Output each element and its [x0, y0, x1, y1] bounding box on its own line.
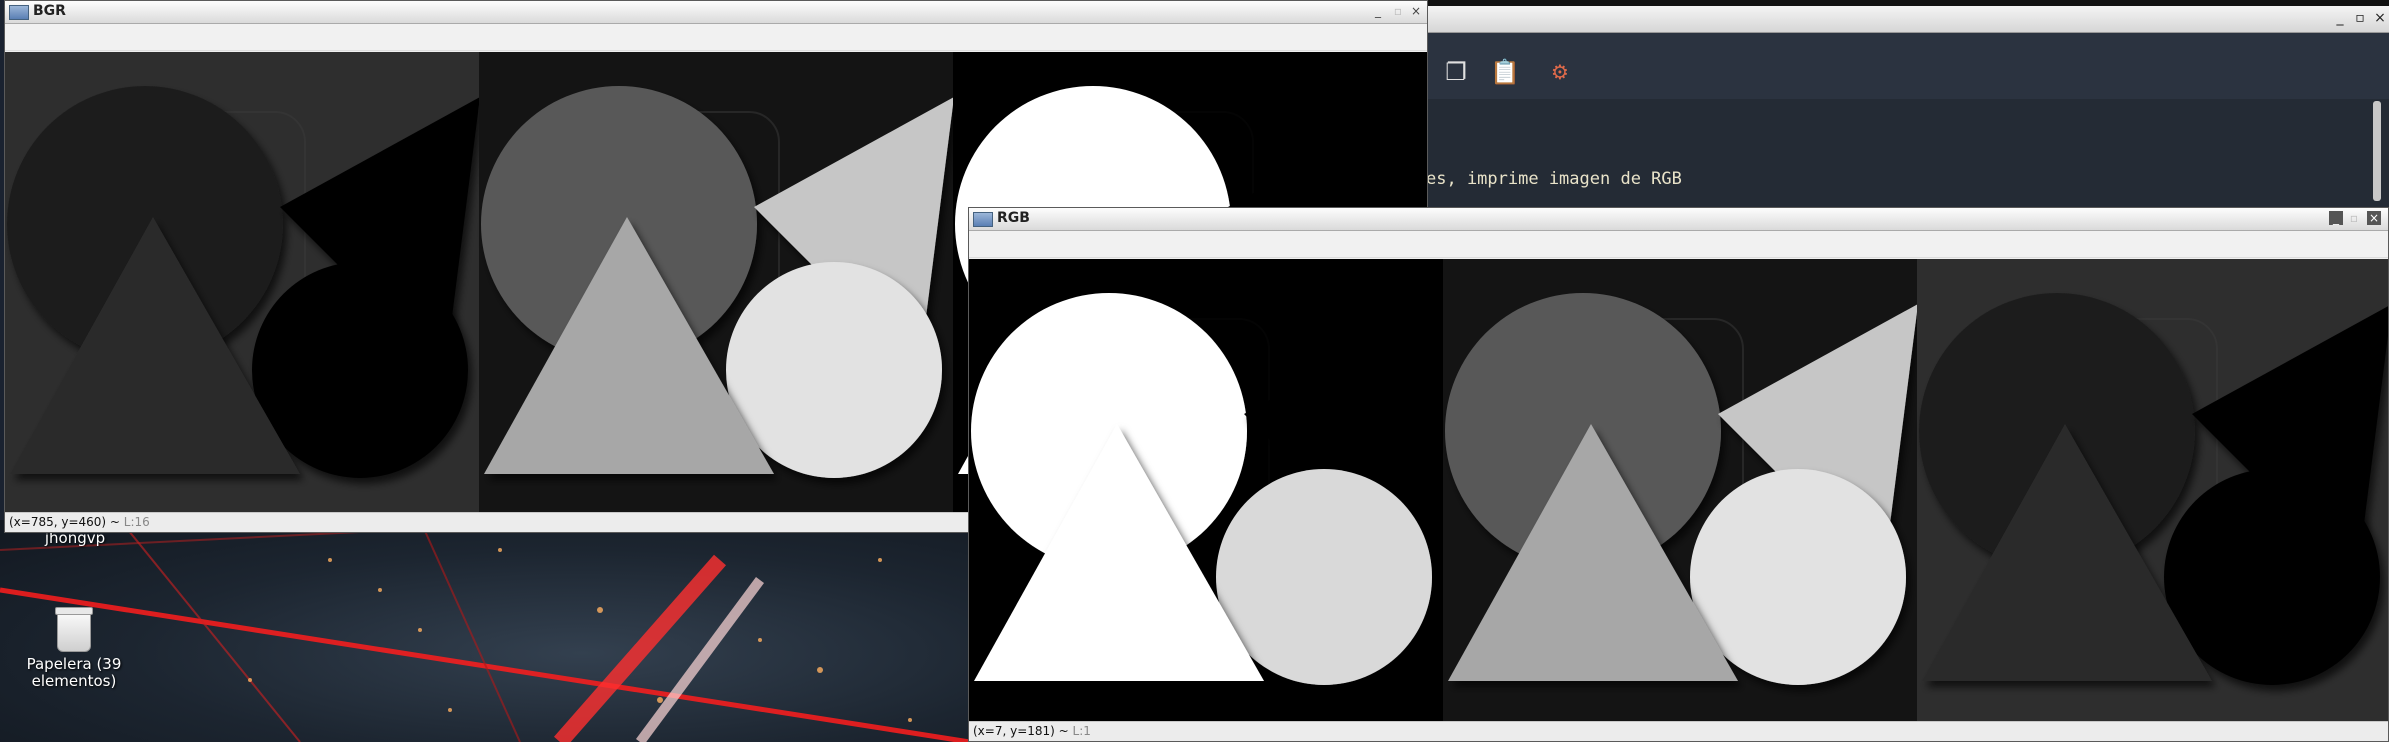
- rgb-image-canvas: [969, 259, 2388, 722]
- desktop-background: jhongvp Papelera (39 elementos): [0, 520, 970, 742]
- close-button[interactable]: ×: [1409, 4, 1423, 18]
- image-panel: [1443, 259, 1918, 722]
- bgr-toolbar: [5, 24, 1427, 51]
- bgr-titlebar[interactable]: BGR _ ▫ ×: [5, 1, 1427, 24]
- image-panel: [969, 259, 1444, 722]
- close-button[interactable]: ×: [2367, 211, 2381, 225]
- rgb-titlebar[interactable]: RGB _ ▫ ×: [969, 208, 2388, 231]
- minimize-button[interactable]: _: [1371, 4, 1385, 18]
- small-circle: [2164, 469, 2380, 685]
- small-circle: [726, 262, 942, 478]
- copy-icon[interactable]: ❐: [1442, 57, 1470, 87]
- city-lights-wallpaper: [0, 520, 970, 742]
- tools-icon[interactable]: ⚙: [1546, 57, 1574, 87]
- close-button[interactable]: ×: [2372, 10, 2388, 26]
- minimize-button[interactable]: _: [2329, 211, 2343, 225]
- window-title: BGR: [33, 3, 66, 19]
- pixel-level: L:1: [1072, 724, 1091, 738]
- editor-scrollbar[interactable]: [2373, 101, 2381, 201]
- code-line: es, imprime imagen de RGB: [1426, 169, 1682, 189]
- small-circle: [1216, 469, 1432, 685]
- maximize-button[interactable]: ▫: [2352, 10, 2368, 26]
- cursor-coordinates: (x=785, y=460) ~: [9, 515, 124, 529]
- minimize-button[interactable]: _: [2332, 10, 2348, 26]
- maximize-button[interactable]: ▫: [1391, 4, 1405, 18]
- rgb-status-bar: (x=7, y=181) ~ L:1: [969, 721, 2388, 741]
- rgb-image[interactable]: [969, 259, 2388, 722]
- trash-bin-icon: [55, 607, 93, 652]
- small-circle: [252, 262, 468, 478]
- cursor-coordinates: (x=7, y=181) ~: [973, 724, 1073, 738]
- window-icon: [973, 212, 993, 227]
- small-circle: [1690, 469, 1906, 685]
- trash-icon[interactable]: Papelera (39 elementos): [22, 607, 126, 690]
- pixel-level: L:16: [123, 515, 150, 529]
- window-icon: [9, 5, 29, 20]
- image-panel: [479, 52, 954, 513]
- rgb-image-window[interactable]: RGB _ ▫ × (x=7, y=181) ~ L:1: [968, 207, 2389, 742]
- paste-icon[interactable]: 📋: [1490, 57, 1520, 87]
- image-panel: [5, 52, 480, 513]
- maximize-button[interactable]: ▫: [2347, 211, 2361, 225]
- rgb-toolbar: [969, 231, 2388, 258]
- window-title: RGB: [997, 210, 1030, 226]
- desktop-icon-label: Papelera (39 elementos): [26, 655, 122, 690]
- image-panel: [1917, 259, 2388, 722]
